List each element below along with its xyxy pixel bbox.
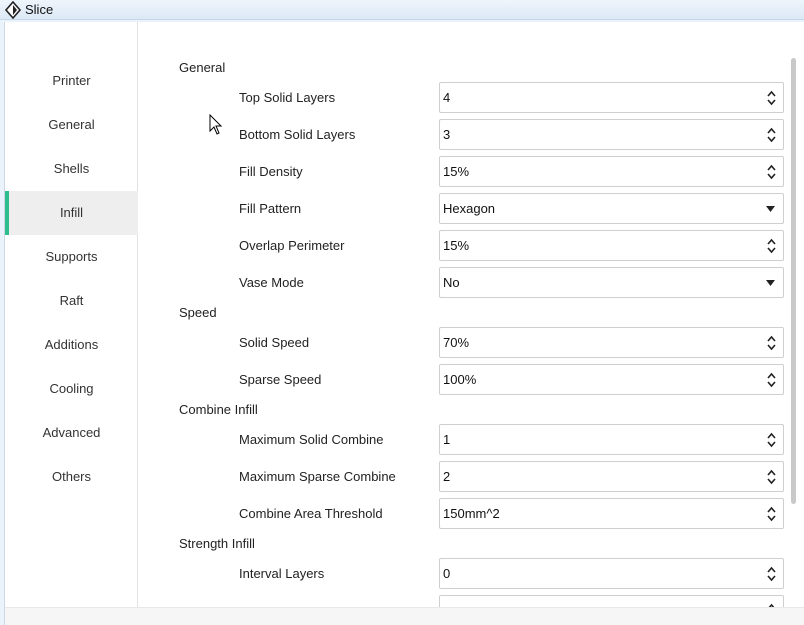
field-label: Vase Mode — [239, 275, 304, 290]
spin-arrows-icon[interactable] — [767, 469, 776, 485]
maximum-sparse-combine-spinbox[interactable]: 2 — [439, 461, 784, 492]
spin-arrows-icon[interactable] — [767, 432, 776, 448]
sidebar-item-label: General — [48, 117, 95, 132]
field-value: 2 — [443, 469, 451, 484]
field-value: 15% — [443, 164, 470, 179]
sidebar-item-supports[interactable]: Supports — [5, 235, 138, 279]
field-value: 70% — [443, 335, 470, 350]
field-value: Hexagon — [443, 201, 496, 216]
field-label: Sparse Speed — [239, 372, 322, 387]
sidebar-item-label: Additions — [44, 337, 99, 352]
spin-arrows-icon[interactable] — [767, 127, 776, 143]
section-title-general: General — [179, 60, 226, 75]
sidebar-item-shells[interactable]: Shells — [5, 147, 138, 191]
sidebar-item-cooling[interactable]: Cooling — [5, 367, 138, 411]
sparse-speed-spinbox[interactable]: 100% — [439, 364, 784, 395]
field-value: 0 — [443, 566, 451, 581]
sidebar-item-general[interactable]: General — [5, 103, 138, 147]
section-title-strength-infill: Strength Infill — [179, 536, 255, 551]
spin-arrows-icon[interactable] — [767, 238, 776, 254]
window-title: Slice — [25, 2, 54, 17]
field-label: Top Solid Layers — [239, 90, 336, 105]
section-title-combine-infill: Combine Infill — [179, 402, 258, 417]
bottom-strip — [5, 607, 804, 625]
vertical-scrollbar[interactable] — [791, 58, 796, 504]
sidebar-item-label: Raft — [59, 293, 84, 308]
section-title-speed: Speed — [179, 305, 217, 320]
spin-arrows-icon[interactable] — [767, 506, 776, 522]
field-value: 150mm^2 — [443, 506, 500, 521]
field-label: Interval Layers — [239, 566, 325, 581]
partially-visible-spinbox[interactable] — [439, 595, 784, 607]
chevron-down-icon[interactable] — [766, 280, 775, 286]
sidebar: Printer General Shells Infill Supports R… — [5, 22, 138, 607]
combine-area-threshold-spinbox[interactable]: 150mm^2 — [439, 498, 784, 529]
field-value: 4 — [443, 90, 451, 105]
field-value: No — [443, 275, 460, 290]
sidebar-item-label: Others — [51, 469, 91, 484]
field-value: 15% — [443, 238, 470, 253]
sidebar-item-label: Shells — [53, 161, 90, 176]
sidebar-item-raft[interactable]: Raft — [5, 279, 138, 323]
maximum-solid-combine-spinbox[interactable]: 1 — [439, 424, 784, 455]
field-label: Fill Pattern — [239, 201, 302, 216]
bottom-solid-layers-spinbox[interactable]: 3 — [439, 119, 784, 150]
sidebar-item-label: Advanced — [42, 425, 101, 440]
spin-arrows-icon[interactable] — [767, 90, 776, 106]
fill-density-spinbox[interactable]: 15% — [439, 156, 784, 187]
sidebar-item-label: Printer — [52, 73, 91, 88]
sidebar-item-printer[interactable]: Printer — [5, 59, 138, 103]
spin-arrows-icon[interactable] — [767, 164, 776, 180]
overlap-perimeter-spinbox[interactable]: 15% — [439, 230, 784, 261]
sidebar-item-infill[interactable]: Infill — [5, 191, 138, 235]
settings-panel: General Top Solid Layers 4 Bottom Solid … — [139, 22, 791, 607]
field-value: 1 — [443, 432, 451, 447]
app-logo-icon — [4, 1, 22, 19]
spin-arrows-icon[interactable] — [767, 335, 776, 351]
spin-arrows-icon[interactable] — [767, 566, 776, 582]
spin-arrows-icon[interactable] — [767, 372, 776, 388]
title-bar: Slice — [0, 0, 804, 20]
vase-mode-dropdown[interactable]: No — [439, 267, 784, 298]
top-solid-layers-spinbox[interactable]: 4 — [439, 82, 784, 113]
fill-pattern-dropdown[interactable]: Hexagon — [439, 193, 784, 224]
solid-speed-spinbox[interactable]: 70% — [439, 327, 784, 358]
field-label: Overlap Perimeter — [239, 238, 345, 253]
field-label: Maximum Sparse Combine — [239, 469, 396, 484]
field-value: 100% — [443, 372, 477, 387]
sidebar-item-label: Cooling — [49, 381, 94, 396]
interval-layers-spinbox[interactable]: 0 — [439, 558, 784, 589]
sidebar-item-label: Supports — [45, 249, 98, 264]
field-label: Bottom Solid Layers — [239, 127, 356, 142]
mouse-pointer-icon — [209, 114, 223, 135]
sidebar-item-others[interactable]: Others — [5, 455, 138, 499]
slice-settings-window: Printer General Shells Infill Supports R… — [4, 22, 804, 625]
chevron-down-icon[interactable] — [766, 206, 775, 212]
field-label: Fill Density — [239, 164, 303, 179]
sidebar-item-advanced[interactable]: Advanced — [5, 411, 138, 455]
field-label: Solid Speed — [239, 335, 310, 350]
field-label: Combine Area Threshold — [239, 506, 383, 521]
field-label: Maximum Solid Combine — [239, 432, 384, 447]
sidebar-item-label: Infill — [59, 205, 84, 220]
field-value: 3 — [443, 127, 451, 142]
sidebar-item-additions[interactable]: Additions — [5, 323, 138, 367]
